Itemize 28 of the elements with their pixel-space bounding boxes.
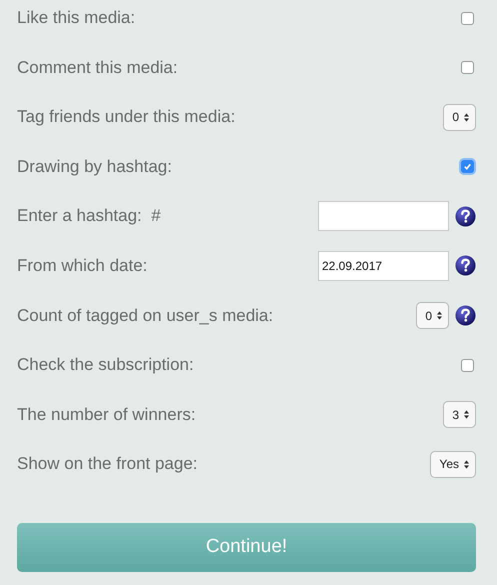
dropdown[interactable]: 3 — [443, 401, 476, 428]
checkbox[interactable] — [461, 61, 474, 74]
check-icon — [463, 162, 472, 172]
field-label: From which date: — [17, 256, 148, 276]
field-label: Check the subscription: — [17, 355, 194, 376]
help-icon[interactable] — [455, 206, 476, 227]
checkbox[interactable] — [461, 160, 474, 174]
updown-arrows-icon — [464, 410, 469, 420]
field-label: The number of winners: — [17, 404, 196, 425]
updown-arrows-icon — [464, 112, 469, 122]
field-label: Like this media: — [17, 8, 136, 28]
updown-arrows-icon — [464, 460, 469, 469]
field-label: Show on the front page: — [17, 454, 198, 474]
dropdown[interactable]: Yes — [430, 450, 476, 478]
field-label: Enter a hashtag: # — [17, 206, 161, 226]
field-label: Count of tagged on user_s media: — [17, 306, 274, 326]
field-label: Comment this media: — [17, 58, 178, 78]
input-field[interactable]: 22.09.2017 — [318, 250, 449, 281]
field-label: Drawing by hashtag: — [17, 156, 172, 177]
updown-arrows-icon — [437, 311, 442, 320]
field-label: Tag friends under this media: — [17, 107, 236, 128]
input-field[interactable] — [318, 201, 449, 232]
dropdown[interactable]: 0 — [443, 104, 476, 131]
help-icon[interactable] — [455, 305, 476, 326]
checkbox[interactable] — [461, 358, 474, 372]
dropdown[interactable]: 0 — [416, 302, 449, 330]
help-icon[interactable] — [455, 255, 476, 276]
checkbox[interactable] — [461, 12, 474, 24]
